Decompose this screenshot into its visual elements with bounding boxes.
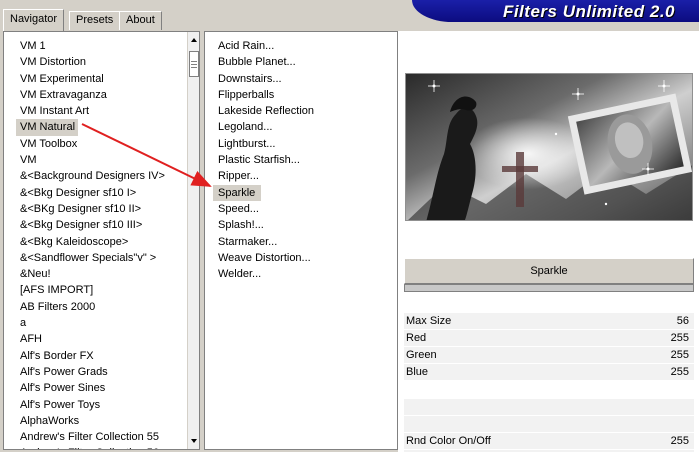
preview-image (405, 73, 693, 221)
category-list[interactable]: VM 1 VM Distortion VM Experimental VM Extra… (16, 38, 184, 449)
category-item[interactable]: VM Instant Art (16, 103, 184, 119)
filter-item[interactable]: Flipperballs (213, 87, 393, 103)
category-item[interactable]: VM (16, 152, 184, 168)
category-item[interactable]: Andrew's Filter Collection 55 (16, 429, 184, 445)
parameter-row[interactable]: Blue 255 (404, 364, 694, 381)
category-item[interactable]: VM Natural (16, 119, 78, 136)
category-item[interactable]: VM Extravaganza (16, 87, 184, 103)
filter-item[interactable]: Sparkle (213, 184, 261, 201)
category-item[interactable]: &<Bkg Designer sf10 III> (16, 217, 184, 233)
parameter-row[interactable]: Green 255 (404, 347, 694, 364)
scroll-up-icon (191, 38, 197, 42)
filter-item[interactable]: Welder... (213, 266, 393, 282)
parameter-row[interactable]: Max Size 56 (404, 313, 694, 330)
category-item[interactable]: &<Background Designers IV> (16, 168, 184, 184)
scroll-up-button[interactable] (188, 34, 199, 46)
parameter-value[interactable]: 255 (671, 433, 689, 450)
category-scrollbar[interactable] (187, 32, 199, 449)
parameter-value[interactable]: 255 (671, 364, 689, 381)
filter-name-button[interactable]: Sparkle (404, 258, 694, 284)
category-list-panel: VM 1 VM Distortion VM Experimental VM Extra… (3, 31, 200, 450)
parameter-row-empty (404, 416, 694, 433)
parameter-list: Max Size 56 Red 255 Green 255 Blue 255 Rnd Colo… (404, 313, 694, 452)
filter-item[interactable]: Lightburst... (213, 136, 393, 152)
parameter-row[interactable]: Rnd Color On/Off 255 (404, 433, 694, 450)
filter-item[interactable]: Splash!... (213, 217, 393, 233)
scroll-down-button[interactable] (188, 435, 199, 447)
parameter-name: Rnd Color On/Off (406, 435, 491, 447)
filter-progress-bar (404, 284, 694, 292)
category-item[interactable]: VM 1 (16, 38, 184, 54)
parameter-name: Red (406, 332, 427, 344)
filter-item[interactable]: Plastic Starfish... (213, 152, 393, 168)
category-item[interactable]: a (16, 315, 184, 331)
parameter-row[interactable]: Red 255 (404, 330, 694, 347)
tab-navigator[interactable]: Navigator (3, 9, 65, 31)
filter-item[interactable]: Bubble Planet... (213, 54, 393, 70)
category-item[interactable]: &<BKg Designer sf10 II> (16, 201, 184, 217)
filter-item[interactable]: Legoland... (213, 119, 393, 135)
filter-item[interactable]: Starmaker... (213, 234, 393, 250)
filter-item[interactable]: Lakeside Reflection (213, 103, 393, 119)
parameter-name: Green (406, 349, 437, 361)
category-item[interactable]: &<Sandflower Specials"v" > (16, 250, 184, 266)
app-banner: Filters Unlimited 2.0 (412, 0, 699, 22)
parameter-value[interactable]: 255 (671, 347, 689, 364)
category-item[interactable]: AB Filters 2000 (16, 299, 184, 315)
app-title: Filters Unlimited 2.0 (502, 2, 675, 21)
category-item[interactable]: Alf's Border FX (16, 348, 184, 364)
category-item[interactable]: VM Distortion (16, 54, 184, 70)
category-item[interactable]: VM Toolbox (16, 136, 184, 152)
filter-item[interactable]: Ripper... (213, 168, 393, 184)
category-item[interactable]: Alf's Power Grads (16, 364, 184, 380)
category-item[interactable]: &<Bkg Designer sf10 I> (16, 185, 184, 201)
category-item[interactable]: VM Experimental (16, 71, 184, 87)
parameter-name: Max Size (406, 315, 452, 327)
filter-item[interactable]: Speed... (213, 201, 393, 217)
category-item[interactable]: &Neu! (16, 266, 184, 282)
tab-about[interactable]: About (119, 11, 162, 30)
tab-presets[interactable]: Presets (69, 11, 121, 30)
scroll-thumb[interactable] (189, 51, 199, 77)
parameter-value[interactable]: 56 (677, 313, 689, 330)
category-item[interactable]: [AFS IMPORT] (16, 282, 184, 298)
category-item[interactable]: &<Bkg Kaleidoscope> (16, 234, 184, 250)
category-item[interactable]: AlphaWorks (16, 413, 184, 429)
parameter-value[interactable]: 255 (671, 330, 689, 347)
filter-list[interactable]: Acid Rain... Bubble Planet... Downstairs..… (213, 38, 393, 282)
category-item[interactable]: Andrew's Filter Collection 56 (16, 445, 184, 449)
parameter-name: Blue (406, 366, 429, 378)
category-item[interactable]: AFH (16, 331, 184, 347)
filter-item[interactable]: Acid Rain... (213, 38, 393, 54)
filter-item[interactable]: Downstairs... (213, 71, 393, 87)
category-item[interactable]: Alf's Power Sines (16, 380, 184, 396)
scroll-down-icon (191, 439, 197, 443)
filter-item[interactable]: Weave Distortion... (213, 250, 393, 266)
filter-list-panel: Acid Rain... Bubble Planet... Downstairs..… (204, 31, 398, 450)
parameter-row-empty (404, 399, 694, 416)
category-item[interactable]: Alf's Power Toys (16, 397, 184, 413)
